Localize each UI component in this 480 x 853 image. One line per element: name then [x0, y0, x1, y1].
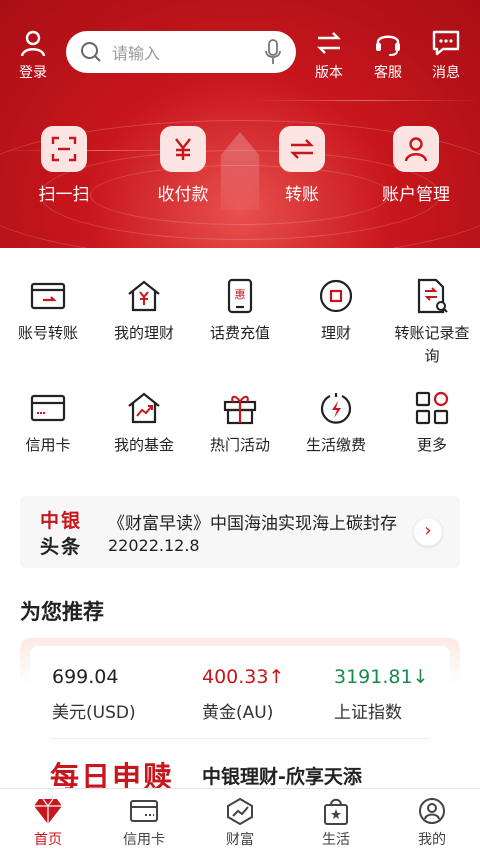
market-usd[interactable]: 699.04 美元(USD) — [52, 666, 182, 723]
quick-action-transfer[interactable]: 转账 — [252, 126, 352, 205]
quick-action-scan[interactable]: 扫一扫 — [14, 126, 114, 205]
service-label: 话费充值 — [209, 324, 270, 342]
svg-text:惠: 惠 — [235, 287, 246, 301]
service-credit-card[interactable]: 信用卡 — [0, 390, 96, 457]
service-finance[interactable]: 理财 — [288, 278, 384, 345]
market-value: 3191.81↓ — [334, 666, 429, 688]
search-bar[interactable]: 请输入 — [66, 31, 296, 73]
diamond-icon — [34, 798, 62, 824]
login-label: 登录 — [19, 65, 47, 81]
login-button[interactable]: 登录 — [8, 28, 58, 82]
market-name: 上证指数 — [334, 703, 402, 723]
service-utility-payment[interactable]: 生活缴费 — [288, 390, 384, 457]
microphone-icon[interactable] — [264, 39, 282, 65]
version-button[interactable]: 版本 — [304, 28, 354, 82]
service-label: 更多 — [416, 436, 447, 454]
tab-label: 生活 — [322, 832, 350, 848]
tab-label: 我的 — [418, 832, 446, 848]
quick-action-label: 转账 — [285, 185, 319, 205]
market-shanghai-index[interactable]: 3191.81↓ 上证指数 — [334, 666, 464, 723]
circle-square-icon — [319, 279, 353, 313]
tab-label: 财富 — [226, 832, 254, 848]
chevron-right-icon[interactable]: › — [414, 518, 442, 546]
message-label: 消息 — [432, 65, 460, 81]
quick-action-label: 扫一扫 — [38, 185, 90, 205]
tab-label: 信用卡 — [123, 832, 165, 848]
news-banner[interactable]: 中银 头条 《财富早读》中国海油实现海上碳封存 22022.12.8 › — [20, 496, 460, 568]
search-input[interactable]: 请输入 — [112, 40, 264, 64]
messages-button[interactable]: 消息 — [421, 28, 471, 82]
person-icon — [20, 30, 46, 57]
credit-card-icon — [30, 394, 66, 422]
main-content: 账号转账 我的理财 惠 话费充值 理财 转账记录查询 信用卡 我的基金 热门活动… — [0, 248, 480, 806]
service-label: 热门活动 — [209, 436, 270, 454]
service-label: 我的基金 — [113, 436, 174, 454]
quick-action-label: 账户管理 — [382, 185, 450, 205]
market-value: 400.33↑ — [202, 666, 285, 688]
service-more[interactable]: 更多 — [384, 390, 480, 457]
scan-icon — [41, 126, 87, 172]
news-logo: 中银 — [40, 510, 83, 532]
recommend-card: 699.04 美元(USD) 400.33↑ 黄金(AU) 3191.81↓ 上… — [20, 638, 460, 806]
phone-hui-icon: 惠 — [227, 278, 253, 314]
service-label: 转账记录查询 — [394, 324, 470, 365]
quick-action-label: 收付款 — [157, 185, 209, 205]
quick-action-account[interactable]: 账户管理 — [366, 126, 466, 205]
service-my-wealth[interactable]: 我的理财 — [96, 278, 192, 345]
tab-mine[interactable]: 我的 — [384, 789, 480, 853]
service-my-fund[interactable]: 我的基金 — [96, 390, 192, 457]
service-account-transfer[interactable]: 账号转账 — [0, 278, 96, 345]
service-hot-events[interactable]: 热门活动 — [192, 390, 288, 457]
tab-label: 首页 — [34, 832, 62, 848]
card-transfer-icon — [30, 282, 66, 310]
gift-icon — [223, 395, 257, 425]
service-label: 理财 — [320, 324, 351, 342]
service-phone-topup[interactable]: 惠 话费充值 — [192, 278, 288, 345]
headset-icon — [376, 35, 400, 56]
recommend-inner: 699.04 美元(USD) 400.33↑ 黄金(AU) 3191.81↓ 上… — [30, 646, 450, 806]
product-name[interactable]: 中银理财-欣享天添 — [202, 762, 362, 789]
service-label: 信用卡 — [25, 436, 71, 454]
house-chart-icon — [128, 392, 160, 424]
news-date: 22022.12.8 — [108, 536, 200, 555]
service-transfer-records[interactable]: 转账记录查询 — [384, 278, 480, 367]
search-icon — [81, 42, 101, 62]
bottom-tabbar: 首页 信用卡 财富 生活 我的 — [0, 788, 480, 853]
tab-wealth[interactable]: 财富 — [192, 789, 288, 853]
header-banner: 登录 请输入 版本 客服 消息 扫一扫 收付款 转账 账户管理 — [0, 0, 480, 248]
market-name: 黄金(AU) — [202, 703, 274, 723]
wealth-chart-icon — [227, 797, 253, 825]
service-label: 客服 — [374, 65, 402, 81]
shopping-bag-icon — [324, 798, 348, 825]
service-label: 我的理财 — [113, 324, 174, 342]
lightning-drop-icon — [320, 393, 352, 424]
transfer-arrows-icon — [279, 126, 325, 172]
service-label: 生活缴费 — [305, 436, 366, 454]
quick-action-collect-pay[interactable]: 收付款 — [133, 126, 233, 205]
market-value: 699.04 — [52, 666, 119, 688]
service-label: 账号转账 — [17, 324, 78, 342]
news-headline: 《财富早读》中国海油实现海上碳封存 — [108, 514, 397, 534]
tab-life[interactable]: 生活 — [288, 789, 384, 853]
customer-service-button[interactable]: 客服 — [363, 28, 413, 82]
grid-more-icon — [415, 391, 449, 425]
house-yuan-icon — [128, 280, 160, 312]
tab-credit-card[interactable]: 信用卡 — [96, 789, 192, 853]
news-logo: 头条 — [40, 536, 83, 558]
document-search-icon — [417, 278, 448, 314]
profile-icon — [419, 798, 445, 824]
user-icon — [393, 126, 439, 172]
divider — [50, 738, 430, 739]
credit-card-icon — [130, 800, 158, 822]
switch-arrows-icon — [317, 32, 341, 54]
market-gold[interactable]: 400.33↑ 黄金(AU) — [202, 666, 332, 723]
yuan-icon — [160, 126, 206, 172]
tab-home[interactable]: 首页 — [0, 789, 96, 853]
recommend-title: 为您推荐 — [20, 600, 104, 624]
decor-streak — [250, 100, 480, 101]
market-name: 美元(USD) — [52, 703, 136, 723]
message-icon — [432, 30, 460, 56]
version-label: 版本 — [315, 65, 343, 81]
